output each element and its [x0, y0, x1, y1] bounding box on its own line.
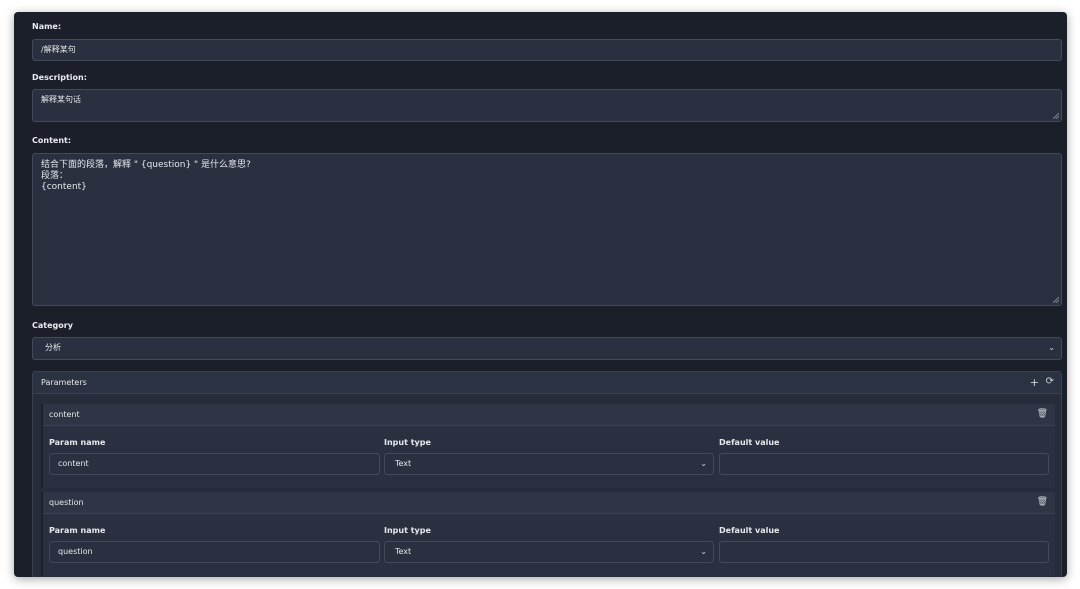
param-name-input[interactable]: question [49, 541, 380, 563]
resize-handle[interactable] [1053, 113, 1059, 119]
input-type-label: Input type [384, 526, 431, 535]
trash-icon[interactable]: 🗑 [1037, 409, 1048, 419]
content-textarea-value: 结合下面的段落，解释 " {question} " 是什么意思? 段落： {co… [41, 160, 251, 192]
name-input-value: /解释某句 [41, 45, 76, 54]
param-name-label: Param name [49, 438, 106, 447]
chevron-down-icon: ⌄ [1048, 343, 1055, 352]
parameters-panel: Parameters + ⟳ content 🗑 Param name Inpu… [32, 371, 1062, 577]
parameter-card-title: question [49, 498, 84, 507]
description-textarea[interactable]: 解释某句话 [32, 89, 1062, 122]
parameter-card-question: question 🗑 Param name Input type Default… [41, 492, 1055, 576]
param-name-label: Param name [49, 526, 106, 535]
parameters-title: Parameters [41, 378, 87, 387]
parameter-card-content: content 🗑 Param name Input type Default … [41, 404, 1055, 488]
parameter-card-header: question 🗑 [43, 492, 1055, 514]
parameter-card-title: content [49, 410, 80, 419]
prompt-editor-window: Name: /解释某句 Description: 解释某句话 Content: … [14, 12, 1067, 577]
default-value-label: Default value [719, 438, 780, 447]
parameter-card-header: content 🗑 [43, 404, 1055, 426]
parameters-header: Parameters + ⟳ [33, 372, 1061, 394]
input-type-select[interactable]: Text ⌄ [384, 541, 714, 563]
chevron-down-icon: ⌄ [700, 547, 707, 556]
default-value-input[interactable] [719, 453, 1049, 475]
content-textarea[interactable]: 结合下面的段落，解释 " {question} " 是什么意思? 段落： {co… [32, 153, 1062, 306]
param-name-input-value: question [58, 547, 93, 556]
chevron-down-icon: ⌄ [700, 459, 707, 468]
trash-icon[interactable]: 🗑 [1037, 497, 1048, 507]
description-label: Description: [32, 73, 87, 82]
description-textarea-value: 解释某句话 [41, 95, 81, 104]
plus-icon[interactable]: + [1030, 376, 1039, 389]
default-value-label: Default value [719, 526, 780, 535]
category-select-value: 分析 [45, 343, 61, 352]
resize-handle[interactable] [1053, 297, 1059, 303]
input-type-select-value: Text [395, 459, 412, 468]
input-type-select[interactable]: Text ⌄ [384, 453, 714, 475]
category-label: Category [32, 321, 73, 330]
default-value-input[interactable] [719, 541, 1049, 563]
input-type-select-value: Text [395, 547, 412, 556]
content-label: Content: [32, 136, 72, 145]
name-label: Name: [32, 22, 62, 31]
name-input[interactable]: /解释某句 [32, 39, 1062, 61]
refresh-icon[interactable]: ⟳ [1046, 376, 1054, 387]
param-name-input[interactable]: content [49, 453, 380, 475]
input-type-label: Input type [384, 438, 431, 447]
category-select[interactable]: 分析 ⌄ [32, 337, 1062, 360]
param-name-input-value: content [58, 459, 89, 468]
